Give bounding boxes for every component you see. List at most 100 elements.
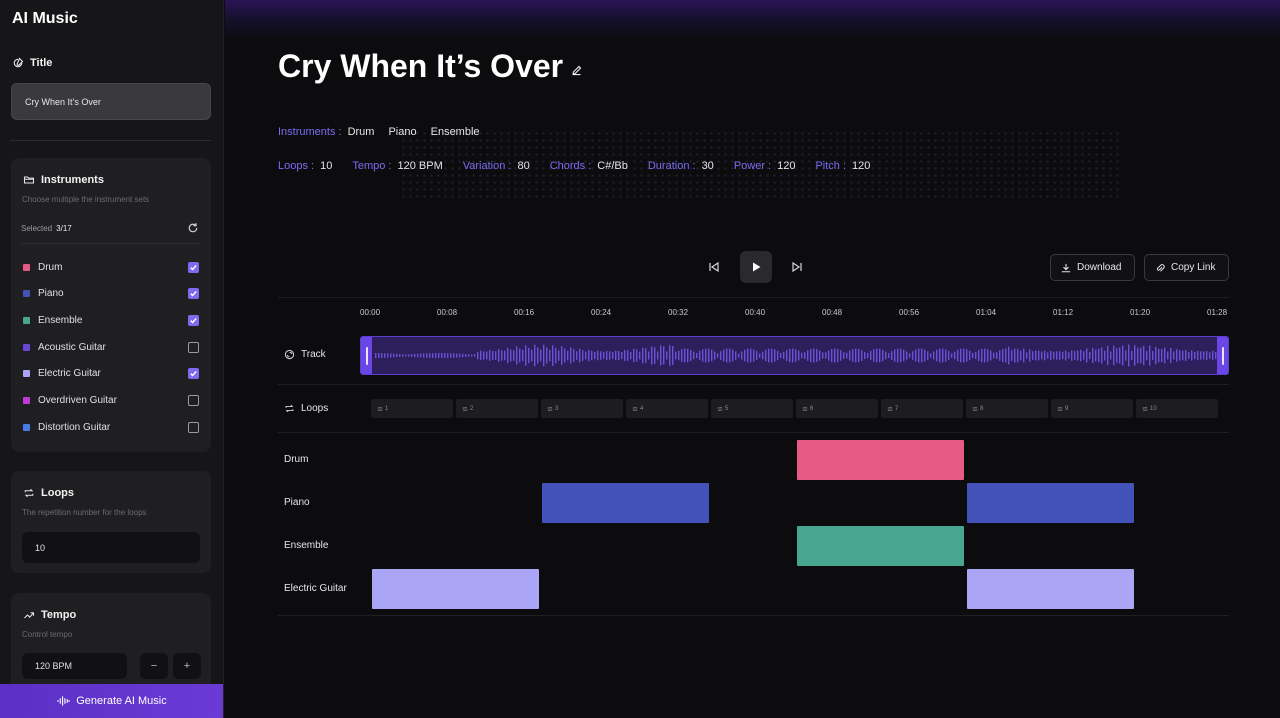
loop-number: 3 bbox=[555, 405, 559, 412]
instrument-item[interactable]: Overdriven Guitar bbox=[23, 393, 199, 409]
instruments-summary-label: Instruments : bbox=[278, 126, 342, 138]
tempo-heading-label: Tempo bbox=[41, 609, 77, 621]
instruments-heading-label: Instruments bbox=[41, 174, 104, 186]
instrument-item[interactable]: Ensemble bbox=[23, 312, 199, 328]
loops-heading: Loops bbox=[23, 487, 74, 499]
lane-clip[interactable] bbox=[542, 483, 709, 523]
lane-label: Ensemble bbox=[284, 540, 329, 551]
instrument-label: Ensemble bbox=[38, 314, 83, 326]
loop-chip[interactable]: 7 bbox=[881, 399, 963, 418]
instrument-label: Distortion Guitar bbox=[38, 421, 111, 433]
lane-clip[interactable] bbox=[797, 526, 964, 566]
lane-clip[interactable] bbox=[967, 569, 1134, 609]
timeline-tick: 00:24 bbox=[591, 308, 612, 317]
copy-link-button[interactable]: Copy Link bbox=[1144, 254, 1229, 281]
timeline-tick: 00:40 bbox=[745, 308, 766, 317]
loop-chip[interactable]: 10 bbox=[1136, 399, 1218, 418]
folder-icon bbox=[23, 176, 35, 184]
loop-number: 8 bbox=[980, 405, 984, 412]
app-brand: AI Music bbox=[12, 10, 78, 27]
instrument-checkbox[interactable] bbox=[188, 288, 199, 300]
instrument-item[interactable]: Electric Guitar bbox=[23, 366, 199, 382]
sidebar: AI Music Title Cry When It’s Over Instru… bbox=[0, 0, 224, 718]
instrument-summary-value: Piano bbox=[388, 126, 417, 138]
loop-chip[interactable]: 6 bbox=[796, 399, 878, 418]
trim-start-handle[interactable] bbox=[361, 337, 372, 374]
instrument-summary-value: Drum bbox=[347, 126, 375, 138]
instrument-checkbox[interactable] bbox=[188, 341, 199, 353]
instrument-item[interactable]: Piano bbox=[23, 286, 199, 302]
tempo-input[interactable]: 120 BPM bbox=[22, 653, 127, 679]
loop-chip[interactable]: 4 bbox=[626, 399, 708, 418]
checkmark-icon bbox=[190, 317, 197, 324]
lane-clip[interactable] bbox=[372, 569, 539, 609]
skip-back-button[interactable] bbox=[698, 251, 730, 283]
play-button[interactable] bbox=[740, 251, 772, 283]
loop-number: 1 bbox=[385, 405, 389, 412]
parameters-summary: Loops : 10 Tempo : 120 BPM Variation : 80 Chor… bbox=[278, 160, 884, 172]
param-value: 30 bbox=[701, 160, 714, 172]
instrument-summary-value: Ensemble bbox=[430, 126, 480, 138]
timeline-tick: 00:48 bbox=[822, 308, 843, 317]
instrument-color-swatch bbox=[23, 423, 30, 431]
download-icon bbox=[1061, 263, 1071, 272]
loop-chip[interactable]: 1 bbox=[371, 399, 453, 418]
loop-chip[interactable]: 8 bbox=[966, 399, 1048, 418]
instrument-label: Piano bbox=[38, 288, 64, 300]
track-row-label: Track bbox=[284, 349, 326, 360]
loop-chip[interactable]: 3 bbox=[541, 399, 623, 418]
instrument-label: Acoustic Guitar bbox=[38, 341, 106, 353]
tempo-decrement-button[interactable]: − bbox=[140, 653, 168, 679]
timeline-tick: 01:28 bbox=[1207, 308, 1228, 317]
instrument-checkbox[interactable] bbox=[188, 314, 199, 326]
instrument-item[interactable]: Distortion Guitar bbox=[23, 419, 199, 435]
skip-forward-button[interactable] bbox=[781, 251, 813, 283]
refresh-icon[interactable] bbox=[187, 222, 199, 234]
instrument-checkbox[interactable] bbox=[188, 395, 199, 406]
loop-chip[interactable]: 9 bbox=[1051, 399, 1133, 418]
instrument-item[interactable]: Acoustic Guitar bbox=[23, 339, 199, 355]
skip-back-icon bbox=[709, 261, 719, 273]
divider bbox=[278, 297, 1229, 298]
edit-pencil-icon[interactable] bbox=[570, 64, 583, 77]
loop-number: 6 bbox=[810, 405, 814, 412]
tempo-description: Control tempo bbox=[22, 630, 73, 639]
loops-input[interactable]: 10 bbox=[22, 532, 200, 563]
param-value: C#/Bb bbox=[597, 160, 628, 172]
instrument-color-swatch bbox=[23, 263, 30, 271]
generate-ai-music-button[interactable]: Generate AI Music bbox=[0, 684, 223, 718]
instrument-item[interactable]: Drum bbox=[23, 259, 199, 275]
lane-clip[interactable] bbox=[967, 483, 1134, 523]
timeline-tick: 01:04 bbox=[976, 308, 997, 317]
lane-clip[interactable] bbox=[797, 440, 964, 480]
instrument-checkbox[interactable] bbox=[188, 421, 199, 433]
loop-chip[interactable]: 2 bbox=[456, 399, 538, 418]
loop-chip[interactable]: 5 bbox=[711, 399, 793, 418]
loops-label: Loops bbox=[301, 403, 329, 414]
repeat-icon bbox=[24, 488, 34, 498]
download-button[interactable]: Download bbox=[1050, 254, 1135, 281]
trim-end-handle[interactable] bbox=[1217, 337, 1228, 374]
instruments-card: Instruments Choose multiple the instrume… bbox=[11, 158, 211, 452]
skip-forward-icon bbox=[792, 261, 802, 273]
trend-up-icon bbox=[24, 612, 35, 619]
divider bbox=[278, 432, 1229, 433]
repeat-icon bbox=[1057, 406, 1063, 411]
loops-card: Loops The repetition number for the loop… bbox=[11, 471, 211, 573]
download-label: Download bbox=[1077, 262, 1122, 273]
waveform-graphic bbox=[375, 344, 1217, 367]
loops-heading-label: Loops bbox=[41, 487, 74, 499]
repeat-icon bbox=[887, 406, 893, 411]
lane-label: Piano bbox=[284, 497, 310, 508]
tempo-increment-button[interactable]: + bbox=[173, 653, 201, 679]
loops-description: The repetition number for the loops bbox=[22, 508, 147, 517]
instrument-checkbox[interactable] bbox=[188, 368, 199, 380]
instrument-label: Overdriven Guitar bbox=[38, 395, 117, 406]
lane-label: Electric Guitar bbox=[284, 583, 347, 594]
checkmark-icon bbox=[190, 264, 197, 271]
param-label: Chords : bbox=[549, 160, 592, 172]
track-waveform[interactable] bbox=[360, 336, 1229, 375]
title-input[interactable]: Cry When It’s Over bbox=[11, 83, 211, 120]
param-value: 80 bbox=[517, 160, 530, 172]
instrument-checkbox[interactable] bbox=[188, 261, 199, 273]
